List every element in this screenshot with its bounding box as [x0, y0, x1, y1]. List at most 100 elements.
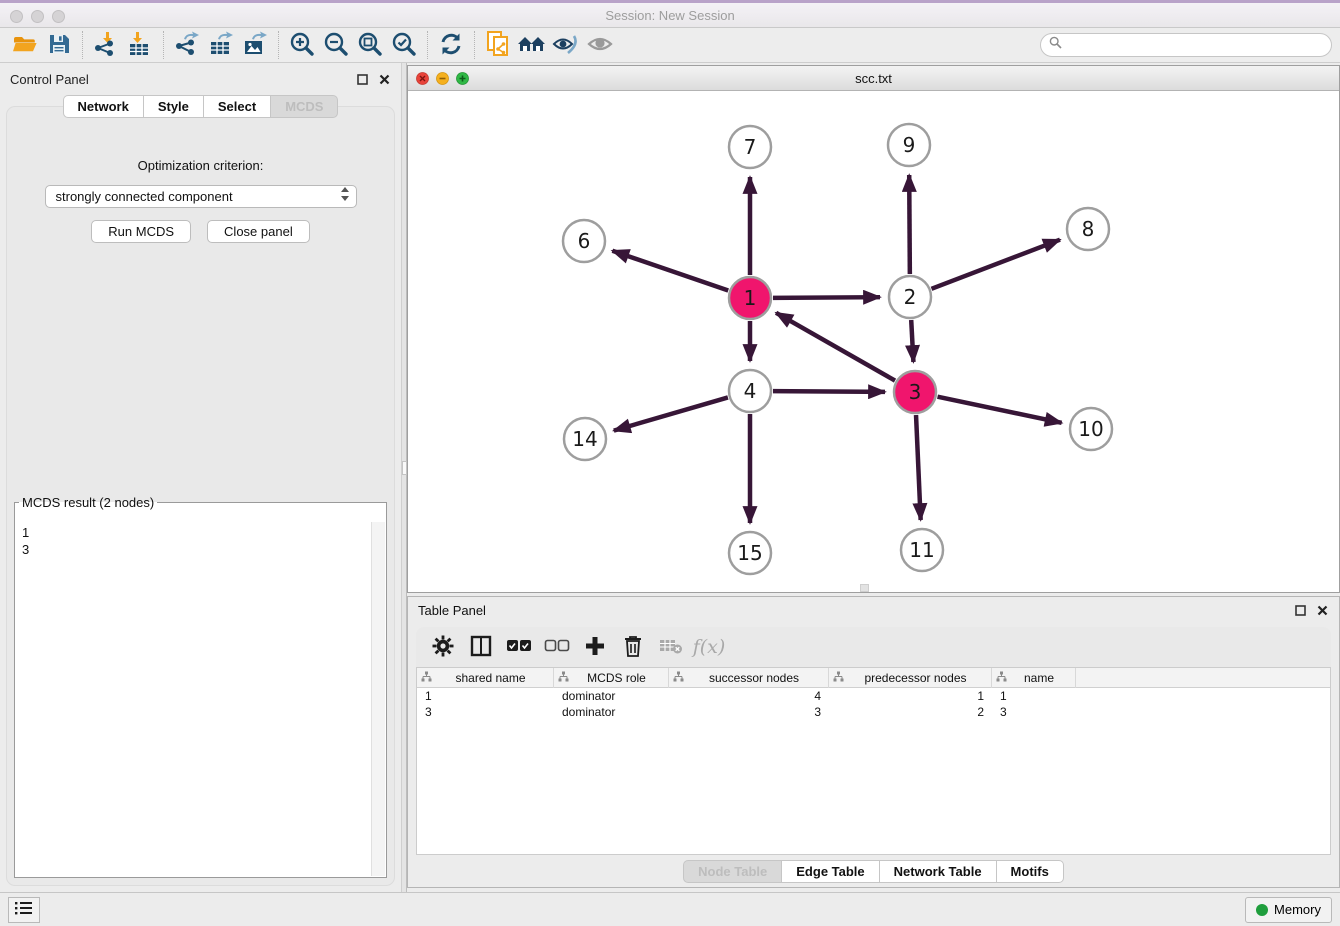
show-details-button[interactable] — [583, 30, 617, 60]
column-header-name[interactable]: name — [992, 668, 1076, 688]
task-history-button[interactable] — [8, 897, 40, 923]
close-window-button[interactable] — [10, 10, 23, 23]
network-graph[interactable]: 7 9 6 8 1 2 4 3 14 10 15 11 — [408, 91, 1339, 592]
panel-splitter[interactable] — [401, 63, 407, 892]
cell-name[interactable]: 1 — [992, 688, 1076, 704]
import-table-button[interactable] — [123, 30, 157, 60]
edge-2-8[interactable] — [931, 240, 1059, 289]
memory-label: Memory — [1274, 902, 1321, 917]
edge-4-14[interactable] — [614, 397, 728, 430]
graph-node-10[interactable]: 10 — [1070, 408, 1112, 450]
table-row[interactable]: 1dominator411 — [417, 688, 1330, 704]
open-session-button[interactable] — [8, 30, 42, 60]
canvas-scroll-nub[interactable] — [860, 584, 869, 592]
cell-mcds-role[interactable]: dominator — [554, 704, 669, 720]
delete-table-button[interactable] — [654, 631, 688, 663]
refresh-layout-button[interactable] — [434, 30, 468, 60]
edge-2-3[interactable] — [911, 320, 913, 362]
graph-node-4[interactable]: 4 — [729, 370, 771, 412]
cell-name[interactable]: 3 — [992, 704, 1076, 720]
splitter-handle[interactable] — [402, 461, 407, 475]
graph-node-1[interactable]: 1 — [729, 277, 771, 319]
column-header-successor-nodes[interactable]: successor nodes — [669, 668, 829, 688]
tab-network-table[interactable]: Network Table — [879, 860, 996, 883]
zoom-window-button[interactable] — [52, 10, 65, 23]
close-table-panel-button[interactable] — [1315, 603, 1329, 617]
column-header-shared-name[interactable]: shared name — [417, 668, 554, 688]
graph-node-9[interactable]: 9 — [888, 124, 930, 166]
network-zoom-button[interactable] — [456, 72, 469, 90]
cell-mcds-role[interactable]: dominator — [554, 688, 669, 704]
edge-1-2[interactable] — [773, 297, 880, 298]
close-panel-button[interactable]: Close panel — [207, 220, 310, 243]
edge-2-9[interactable] — [909, 175, 910, 274]
network-file-button[interactable] — [481, 30, 515, 60]
zoom-fit-button[interactable] — [353, 30, 387, 60]
column-header-mcds-role[interactable]: MCDS role — [554, 668, 669, 688]
graph-node-8[interactable]: 8 — [1067, 208, 1109, 250]
export-table-button[interactable] — [204, 30, 238, 60]
export-image-icon — [242, 31, 268, 60]
graph-node-2[interactable]: 2 — [889, 276, 931, 318]
edge-1-6[interactable] — [612, 251, 728, 291]
column-label: shared name — [432, 671, 549, 685]
zoom-selected-button[interactable] — [387, 30, 421, 60]
minimize-window-button[interactable] — [31, 10, 44, 23]
edge-4-3[interactable] — [773, 391, 885, 392]
delete-column-button[interactable] — [616, 631, 650, 663]
optimization-criterion-select[interactable]: strongly connected component — [45, 185, 357, 208]
tab-network[interactable]: Network — [63, 95, 143, 118]
edge-3-11[interactable] — [916, 415, 921, 520]
float-panel-button[interactable] — [355, 72, 369, 86]
search-field[interactable] — [1040, 33, 1332, 57]
graph-node-11[interactable]: 11 — [901, 529, 943, 571]
cell-predecessor-nodes[interactable]: 1 — [829, 688, 992, 704]
edge-3-10[interactable] — [938, 397, 1062, 423]
tab-style[interactable]: Style — [143, 95, 203, 118]
tab-node-table[interactable]: Node Table — [683, 860, 781, 883]
run-mcds-button[interactable]: Run MCDS — [91, 220, 191, 243]
column-view-button[interactable] — [464, 631, 498, 663]
tab-motifs[interactable]: Motifs — [996, 860, 1064, 883]
edge-3-1[interactable] — [776, 313, 895, 381]
network-close-button[interactable] — [416, 72, 429, 90]
close-panel-icon-button[interactable] — [377, 72, 391, 86]
search-input[interactable] — [1067, 38, 1323, 52]
tab-edge-table[interactable]: Edge Table — [781, 860, 878, 883]
workspace: Control Panel NetworkStyleSelectMCDS Opt… — [0, 63, 1340, 892]
svg-text:14: 14 — [572, 427, 597, 451]
table-row[interactable]: 3dominator323 — [417, 704, 1330, 720]
import-network-button[interactable] — [89, 30, 123, 60]
table-settings-button[interactable] — [426, 631, 460, 663]
memory-button[interactable]: Memory — [1245, 897, 1332, 923]
float-table-panel-button[interactable] — [1293, 603, 1307, 617]
cell-shared-name[interactable]: 1 — [417, 688, 554, 704]
column-header-predecessor-nodes[interactable]: predecessor nodes — [829, 668, 992, 688]
graph-node-14[interactable]: 14 — [564, 418, 606, 460]
network-canvas[interactable]: 7 9 6 8 1 2 4 3 14 10 15 11 — [408, 91, 1339, 592]
graph-node-6[interactable]: 6 — [563, 220, 605, 262]
graph-node-3[interactable]: 3 — [894, 371, 936, 413]
home-button[interactable] — [515, 30, 549, 60]
cell-successor-nodes[interactable]: 3 — [669, 704, 829, 720]
zoom-in-button[interactable] — [285, 30, 319, 60]
add-column-button[interactable] — [578, 631, 612, 663]
network-minimize-button[interactable] — [436, 72, 449, 90]
save-session-button[interactable] — [42, 30, 76, 60]
export-network-button[interactable] — [170, 30, 204, 60]
tab-mcds[interactable]: MCDS — [270, 95, 338, 118]
graph-node-15[interactable]: 15 — [729, 532, 771, 574]
function-builder-button[interactable]: f(x) — [692, 631, 726, 663]
deselect-all-columns-button[interactable] — [540, 631, 574, 663]
zoom-out-button[interactable] — [319, 30, 353, 60]
tab-select[interactable]: Select — [203, 95, 270, 118]
open-folder-icon — [12, 32, 38, 59]
graph-node-7[interactable]: 7 — [729, 126, 771, 168]
hide-details-button[interactable] — [549, 30, 583, 60]
cell-successor-nodes[interactable]: 4 — [669, 688, 829, 704]
result-scrollbar[interactable] — [371, 522, 385, 876]
export-image-button[interactable] — [238, 30, 272, 60]
select-all-columns-button[interactable] — [502, 631, 536, 663]
cell-predecessor-nodes[interactable]: 2 — [829, 704, 992, 720]
cell-shared-name[interactable]: 3 — [417, 704, 554, 720]
